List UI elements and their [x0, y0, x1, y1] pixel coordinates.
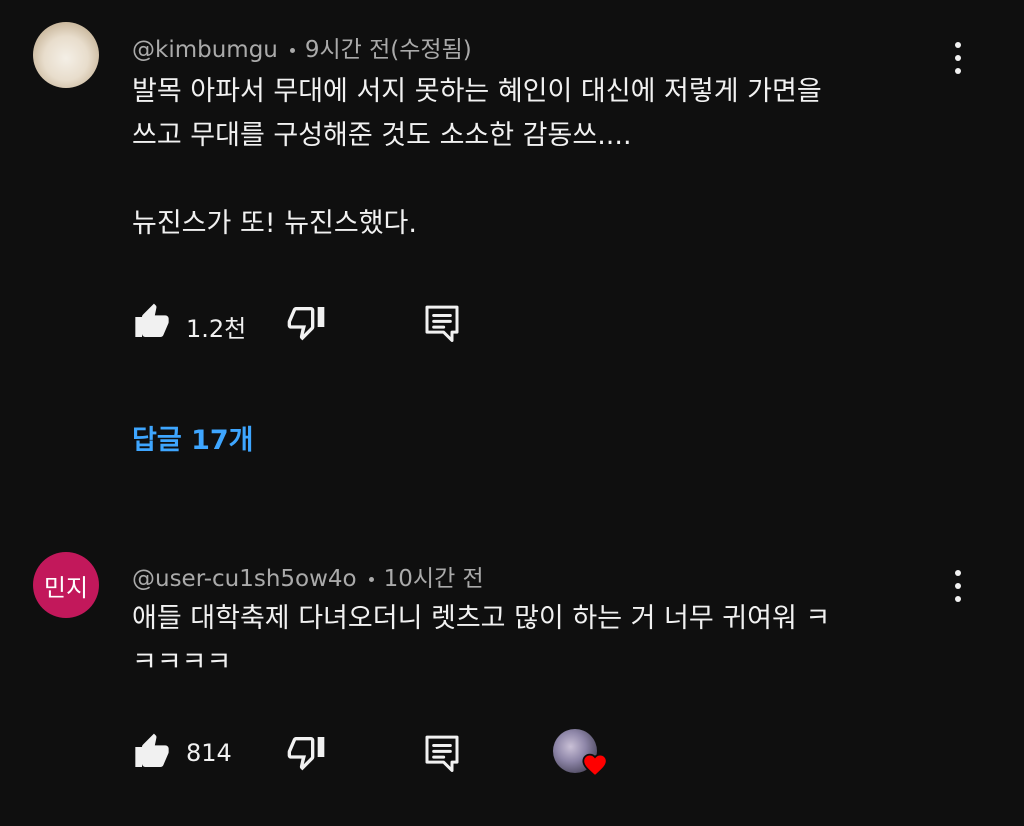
dislike-button[interactable] — [286, 732, 326, 772]
reply-comment-icon — [425, 735, 459, 772]
dislike-button[interactable] — [286, 302, 326, 342]
heart-icon — [582, 753, 608, 777]
more-vertical-icon[interactable] — [946, 568, 970, 604]
thumbs-up-icon — [135, 733, 169, 767]
like-count: 1.2천 — [186, 315, 247, 343]
replies-toggle-link[interactable]: 답글 17개 — [132, 418, 254, 457]
separator-dot — [368, 577, 374, 582]
more-vertical-icon[interactable] — [946, 40, 970, 76]
like-button[interactable] — [132, 732, 172, 772]
creator-heart-badge — [553, 729, 611, 781]
like-button[interactable] — [132, 302, 172, 342]
thumbs-down-icon — [287, 307, 325, 341]
comment-text: 애들 대학축제 다녀오더니 렛츠고 많이 하는 거 너무 귀여워 ㅋ ㅋㅋㅋㅋ — [132, 603, 831, 678]
thumbs-down-icon — [287, 737, 325, 771]
reply-button[interactable] — [422, 302, 462, 344]
comment-time[interactable]: 9시간 전(수정됨) — [305, 37, 472, 63]
author-name[interactable]: @kimbumgu — [132, 37, 278, 63]
avatar[interactable]: 민지 — [33, 552, 99, 618]
author-name[interactable]: @user-cu1sh5ow4o — [132, 566, 357, 592]
reply-comment-icon — [425, 305, 459, 342]
comment-text: 발목 아파서 무대에 서지 못하는 혜인이 대신에 저렇게 가면을 쓰고 무대를… — [132, 76, 822, 239]
reply-button[interactable] — [422, 732, 462, 774]
comment-meta: @user-cu1sh5ow4o 10시간 전 — [132, 559, 484, 593]
avatar[interactable] — [33, 22, 99, 88]
separator-dot — [289, 48, 295, 53]
comment-meta: @kimbumgu 9시간 전(수정됨) — [132, 30, 472, 64]
like-count: 814 — [186, 739, 232, 767]
thumbs-up-icon — [135, 303, 169, 337]
comment-time[interactable]: 10시간 전 — [384, 566, 484, 592]
avatar-initials: 민지 — [43, 573, 89, 602]
